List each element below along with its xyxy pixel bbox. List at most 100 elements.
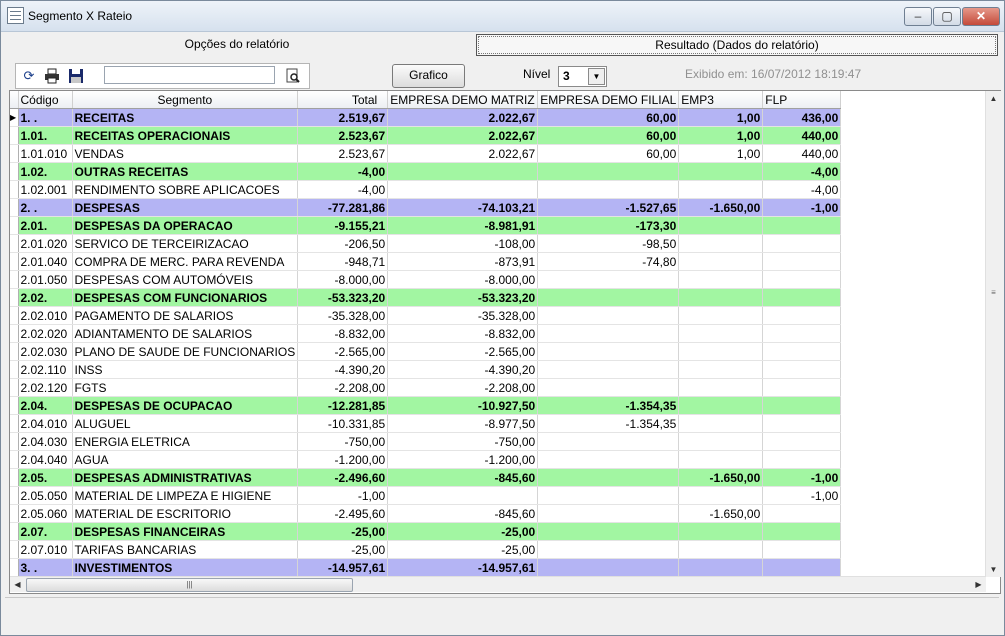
table-row[interactable]: 2.05. DESPESAS ADMINISTRATIVAS -2.496,60 -8… bbox=[10, 468, 842, 487]
row-indicator[interactable] bbox=[10, 486, 19, 505]
cell-flp[interactable]: 440,00 bbox=[762, 144, 842, 163]
col-header-segment[interactable]: Segmento bbox=[72, 91, 299, 109]
search-input[interactable] bbox=[104, 66, 275, 84]
cell-matriz[interactable]: -4.390,20 bbox=[387, 360, 539, 379]
cell-segment[interactable]: RECEITAS OPERACIONAIS bbox=[72, 126, 299, 145]
cell-matriz[interactable]: -53.323,20 bbox=[387, 288, 539, 307]
horizontal-scrollbar[interactable]: ◀ ||| ▶ bbox=[10, 576, 986, 592]
row-indicator[interactable] bbox=[10, 558, 19, 577]
cell-emp3[interactable] bbox=[678, 342, 764, 361]
cell-filial[interactable]: 60,00 bbox=[537, 144, 680, 163]
cell-code[interactable]: 2.05.060 bbox=[18, 504, 73, 523]
table-row[interactable]: 2.02. DESPESAS COM FUNCIONARIOS -53.323,20… bbox=[10, 288, 842, 307]
cell-emp3[interactable] bbox=[678, 162, 764, 181]
cell-code[interactable]: 2.05. bbox=[18, 468, 73, 487]
cell-code[interactable]: 2.02. bbox=[18, 288, 73, 307]
col-header-code[interactable]: Código bbox=[18, 91, 73, 109]
cell-flp[interactable] bbox=[762, 324, 842, 343]
tab-report-results[interactable]: Resultado (Dados do relatório) bbox=[476, 34, 998, 56]
cell-flp[interactable] bbox=[762, 522, 842, 541]
cell-filial[interactable] bbox=[537, 540, 680, 559]
cell-emp3[interactable] bbox=[678, 414, 764, 433]
cell-filial[interactable] bbox=[537, 162, 680, 181]
cell-emp3[interactable] bbox=[678, 234, 764, 253]
cell-matriz[interactable]: -8.000,00 bbox=[387, 270, 539, 289]
cell-code[interactable]: 2.04.030 bbox=[18, 432, 73, 451]
cell-code[interactable]: 1. . bbox=[18, 108, 73, 127]
cell-emp3[interactable] bbox=[678, 540, 764, 559]
row-indicator[interactable] bbox=[10, 432, 19, 451]
row-indicator[interactable] bbox=[10, 504, 19, 523]
cell-emp3[interactable]: -1.650,00 bbox=[678, 468, 764, 487]
cell-code[interactable]: 2.02.030 bbox=[18, 342, 73, 361]
cell-matriz[interactable]: -25,00 bbox=[387, 522, 539, 541]
cell-emp3[interactable]: 1,00 bbox=[678, 126, 764, 145]
cell-code[interactable]: 2.04.040 bbox=[18, 450, 73, 469]
cell-segment[interactable]: OUTRAS RECEITAS bbox=[72, 162, 299, 181]
cell-emp3[interactable] bbox=[678, 180, 764, 199]
cell-filial[interactable]: 60,00 bbox=[537, 126, 680, 145]
cell-emp3[interactable] bbox=[678, 252, 764, 271]
cell-flp[interactable]: -4,00 bbox=[762, 180, 842, 199]
cell-matriz[interactable]: 2.022,67 bbox=[387, 126, 539, 145]
cell-emp3[interactable]: -1.650,00 bbox=[678, 504, 764, 523]
cell-emp3[interactable]: -1.650,00 bbox=[678, 198, 764, 217]
minimize-button[interactable]: – bbox=[904, 7, 932, 26]
cell-total[interactable]: -4,00 bbox=[297, 180, 389, 199]
cell-total[interactable]: -206,50 bbox=[297, 234, 389, 253]
cell-emp3[interactable] bbox=[678, 360, 764, 379]
cell-segment[interactable]: DESPESAS bbox=[72, 198, 299, 217]
row-indicator[interactable] bbox=[10, 414, 19, 433]
col-header-flp[interactable]: FLP bbox=[762, 91, 842, 109]
cell-code[interactable]: 1.01.010 bbox=[18, 144, 73, 163]
table-row[interactable]: 2.04. DESPESAS DE OCUPACAO -12.281,85 -10.9… bbox=[10, 396, 842, 415]
row-indicator[interactable] bbox=[10, 234, 19, 253]
table-row[interactable]: 2.04.010 ALUGUEL -10.331,85 -8.977,50 -1.354… bbox=[10, 414, 842, 433]
close-button[interactable]: ✕ bbox=[962, 7, 1000, 26]
table-row[interactable]: 1.01. RECEITAS OPERACIONAIS 2.523,67 2.022,… bbox=[10, 126, 842, 145]
cell-segment[interactable]: DESPESAS ADMINISTRATIVAS bbox=[72, 468, 299, 487]
cell-emp3[interactable] bbox=[678, 378, 764, 397]
cell-segment[interactable]: ADIANTAMENTO DE SALARIOS bbox=[72, 324, 299, 343]
cell-matriz[interactable]: -35.328,00 bbox=[387, 306, 539, 325]
cell-segment[interactable]: DESPESAS FINANCEIRAS bbox=[72, 522, 299, 541]
scroll-right-icon[interactable]: ▶ bbox=[971, 577, 986, 592]
table-row[interactable]: 1.02.001 RENDIMENTO SOBRE APLICACOES -4,00… bbox=[10, 180, 842, 199]
cell-segment[interactable]: SERVICO DE TERCEIRIZACAO bbox=[72, 234, 299, 253]
cell-total[interactable]: -4,00 bbox=[297, 162, 389, 181]
cell-matriz[interactable]: -25,00 bbox=[387, 540, 539, 559]
row-indicator[interactable] bbox=[10, 378, 19, 397]
cell-matriz[interactable]: -14.957,61 bbox=[387, 558, 539, 577]
cell-code[interactable]: 1.01. bbox=[18, 126, 73, 145]
cell-filial[interactable] bbox=[537, 522, 680, 541]
table-row[interactable]: 2.02.020 ADIANTAMENTO DE SALARIOS -8.832,0… bbox=[10, 324, 842, 343]
cell-filial[interactable] bbox=[537, 558, 680, 577]
col-header-emp3[interactable]: EMP3 bbox=[678, 91, 764, 109]
cell-filial[interactable] bbox=[537, 306, 680, 325]
table-row[interactable]: 2.05.050 MATERIAL DE LIMPEZA E HIGIENE -1,… bbox=[10, 486, 842, 505]
cell-total[interactable]: -53.323,20 bbox=[297, 288, 389, 307]
current-row-indicator-icon[interactable]: ▶ bbox=[10, 108, 19, 127]
cell-filial[interactable]: -1.354,35 bbox=[537, 414, 680, 433]
cell-flp[interactable] bbox=[762, 450, 842, 469]
cell-filial[interactable]: -74,80 bbox=[537, 252, 680, 271]
cell-total[interactable]: -4.390,20 bbox=[297, 360, 389, 379]
cell-total[interactable]: -1,00 bbox=[297, 486, 389, 505]
cell-flp[interactable]: -1,00 bbox=[762, 468, 842, 487]
cell-matriz[interactable]: -108,00 bbox=[387, 234, 539, 253]
cell-emp3[interactable] bbox=[678, 522, 764, 541]
chart-button[interactable]: Grafico bbox=[392, 64, 465, 88]
table-row[interactable]: ▶ 1. . RECEITAS 2.519,67 2.022,67 60,00 1,00 43… bbox=[10, 108, 842, 127]
row-indicator[interactable] bbox=[10, 216, 19, 235]
cell-matriz[interactable]: -1.200,00 bbox=[387, 450, 539, 469]
row-indicator[interactable] bbox=[10, 270, 19, 289]
cell-segment[interactable]: RECEITAS bbox=[72, 108, 299, 127]
cell-matriz[interactable]: -8.832,00 bbox=[387, 324, 539, 343]
cell-code[interactable]: 2.02.120 bbox=[18, 378, 73, 397]
cell-flp[interactable]: 440,00 bbox=[762, 126, 842, 145]
cell-filial[interactable] bbox=[537, 486, 680, 505]
cell-code[interactable]: 2.01.050 bbox=[18, 270, 73, 289]
cell-flp[interactable] bbox=[762, 342, 842, 361]
row-indicator[interactable] bbox=[10, 252, 19, 271]
cell-filial[interactable] bbox=[537, 342, 680, 361]
